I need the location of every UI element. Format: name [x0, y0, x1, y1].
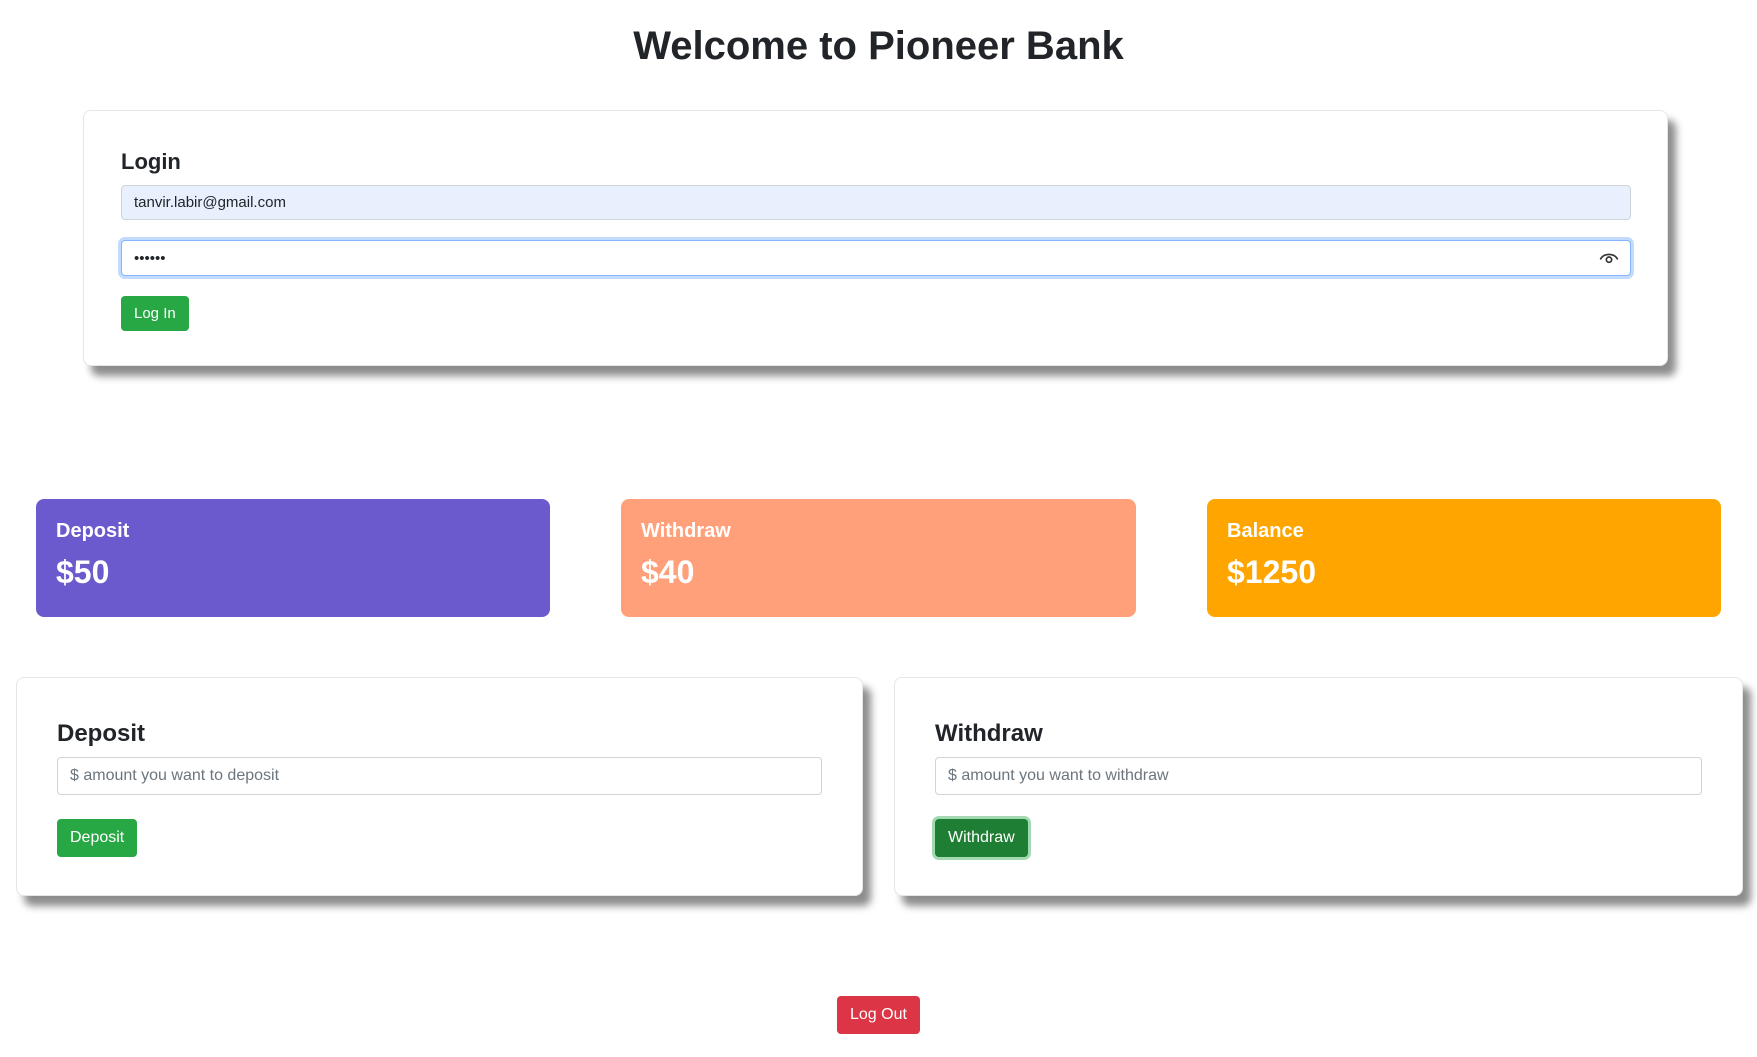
deposit-amount-input[interactable]: [57, 757, 822, 795]
withdraw-button[interactable]: Withdraw: [935, 819, 1028, 857]
withdraw-stat-label: Withdraw: [641, 520, 731, 542]
page-title: Welcome to Pioneer Bank: [633, 24, 1124, 68]
withdraw-form-card: Withdraw Withdraw: [894, 677, 1743, 896]
page: Welcome to Pioneer Bank Login Log In Dep…: [0, 0, 1757, 1057]
eye-icon[interactable]: [1599, 248, 1619, 268]
balance-stat-card: Balance $1250: [1207, 499, 1721, 617]
email-field[interactable]: [121, 185, 1631, 220]
password-wrapper: [121, 240, 1631, 276]
withdraw-stat-card: Withdraw $40: [621, 499, 1136, 617]
password-field[interactable]: [121, 240, 1631, 276]
deposit-form-card: Deposit Deposit: [16, 677, 863, 896]
login-button[interactable]: Log In: [121, 296, 189, 331]
deposit-stat-value: $50: [56, 554, 110, 590]
balance-stat-value: $1250: [1227, 554, 1316, 590]
deposit-stat-label: Deposit: [56, 520, 130, 542]
deposit-stat-card: Deposit $50: [36, 499, 550, 617]
withdraw-form-title: Withdraw: [935, 720, 1043, 747]
balance-stat-label: Balance: [1227, 520, 1304, 542]
withdraw-amount-input[interactable]: [935, 757, 1702, 795]
logout-button[interactable]: Log Out: [837, 996, 920, 1034]
login-title: Login: [121, 149, 181, 174]
withdraw-stat-value: $40: [641, 554, 695, 590]
deposit-button[interactable]: Deposit: [57, 819, 138, 857]
login-card: Login Log In: [83, 110, 1668, 366]
deposit-form-title: Deposit: [57, 720, 146, 747]
